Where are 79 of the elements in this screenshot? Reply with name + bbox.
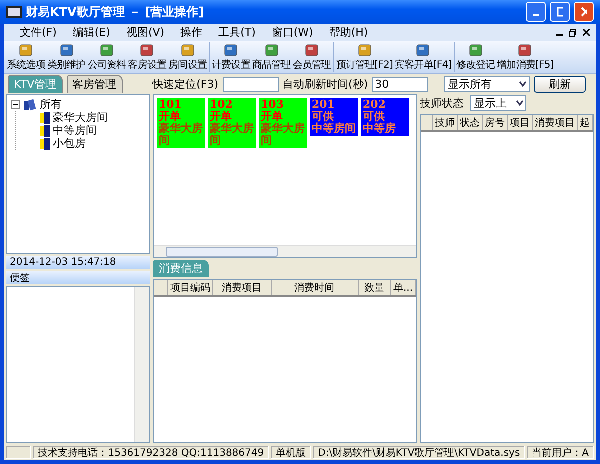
room-tile[interactable]: 103 开单 豪华大房间	[259, 98, 307, 148]
status-text: 技术支持电话：15361792328 QQ:1113886749	[33, 446, 270, 459]
view-tab[interactable]: 客房管理	[66, 75, 123, 93]
collapse-icon[interactable]	[11, 100, 20, 109]
toolbar-button[interactable]: 计费设置	[211, 42, 252, 72]
tile-icon	[180, 42, 196, 58]
tile-icon	[223, 42, 240, 58]
column-header: 起	[578, 115, 593, 130]
close-button[interactable]	[574, 2, 594, 22]
tile-icon	[139, 42, 156, 58]
column-header: 消费项目	[533, 115, 578, 130]
room-tile[interactable]: 102 开单 豪华大房间	[208, 98, 256, 148]
menu-item[interactable]: 帮助(H)	[321, 25, 376, 40]
toolbar-button[interactable]: 修改登记	[456, 42, 496, 72]
toolbar-button[interactable]: 房间设置	[168, 42, 208, 72]
minimize-button[interactable]	[526, 2, 546, 22]
toolbar-button[interactable]: 客房设置	[127, 42, 168, 72]
column-header: 单...	[391, 280, 416, 295]
room-filter-dropdown[interactable]: 显示所有	[444, 76, 530, 92]
tree-item[interactable]: 中等房间	[53, 123, 97, 138]
maximize-button[interactable]	[550, 2, 570, 22]
minimize-icon	[533, 14, 539, 16]
refresh-interval-label: 自动刷新时间(秒)	[282, 76, 368, 92]
toolbar-button[interactable]: 宾客开单[F4]	[394, 42, 453, 72]
window-title: 财易KTV歌厅管理 － [营业操作]	[26, 4, 206, 20]
tile-icon	[18, 42, 34, 58]
toolbar-button[interactable]: 会员管理	[292, 42, 332, 72]
notes-header: 便签	[6, 271, 150, 284]
technician-status-label: 技师状态	[420, 96, 464, 110]
column-header: 数量	[358, 280, 392, 295]
notes-area[interactable]	[6, 286, 150, 443]
tree-item[interactable]: 小包房	[53, 136, 86, 151]
tile-icon	[304, 42, 320, 58]
tree-item[interactable]: 豪华大房间	[53, 110, 108, 125]
status-text: D:\财易软件\财易KTV歌厅管理\KTVData.sys	[313, 446, 526, 459]
menu-item[interactable]: 工具(T)	[210, 25, 264, 40]
quick-locate-field[interactable]	[222, 76, 279, 92]
room-tile[interactable]: 101 开单 豪华大房间	[157, 98, 205, 148]
status-text: 单机版	[271, 446, 312, 459]
menu-item[interactable]: 视图(V)	[118, 25, 173, 40]
menu-item[interactable]: 操作	[172, 25, 211, 40]
status-panel	[6, 446, 32, 459]
column-header: 项目	[508, 115, 533, 130]
app-icon	[6, 6, 22, 18]
column-header: 房号	[483, 115, 508, 130]
column-header: 项目编码	[168, 280, 214, 295]
tile-icon	[517, 42, 534, 58]
tile-icon	[264, 42, 280, 58]
restore-icon[interactable]	[569, 28, 577, 36]
status-text: 当前用户：A	[527, 446, 594, 459]
book-icon	[40, 112, 50, 124]
toolbar-button[interactable]: 增加消费[F5]	[496, 42, 555, 72]
tile-icon	[468, 42, 484, 58]
toolbar-button[interactable]: 商品管理	[251, 42, 292, 72]
horizontal-scrollbar[interactable]	[154, 245, 416, 257]
column-header: 消费项目	[213, 280, 272, 295]
refresh-interval-field[interactable]: 30	[372, 76, 428, 92]
technician-filter-dropdown[interactable]: 显示上	[470, 95, 526, 111]
datetime-label: 2014-12-03 15:47:18	[6, 256, 150, 269]
refresh-button[interactable]: 刷新	[534, 76, 586, 92]
toolbar-button[interactable]: 类别维护	[46, 42, 87, 72]
book-icon	[40, 124, 50, 136]
quick-locate-label: 快速定位(F3)	[152, 76, 219, 92]
toolbar-button[interactable]: 系统选项	[6, 42, 46, 72]
tile-icon	[58, 42, 75, 58]
tile-icon	[99, 42, 116, 58]
tree-item[interactable]: 所有	[40, 97, 62, 112]
toolbar-button[interactable]: 预订管理[F2]	[335, 42, 394, 72]
menu-item[interactable]: 编辑(E)	[64, 25, 118, 40]
column-header: 消费时间	[272, 280, 359, 295]
column-header: 技师	[433, 115, 458, 130]
books-icon	[23, 98, 37, 110]
tile-icon	[415, 42, 432, 58]
tile-icon	[356, 42, 373, 58]
toolbar-button[interactable]: 公司资料	[86, 42, 128, 72]
book-icon	[40, 138, 50, 150]
menu-item[interactable]: 文件(F)	[12, 25, 65, 40]
column-header: 状态	[458, 115, 483, 130]
menu-item[interactable]: 窗口(W)	[264, 25, 322, 40]
